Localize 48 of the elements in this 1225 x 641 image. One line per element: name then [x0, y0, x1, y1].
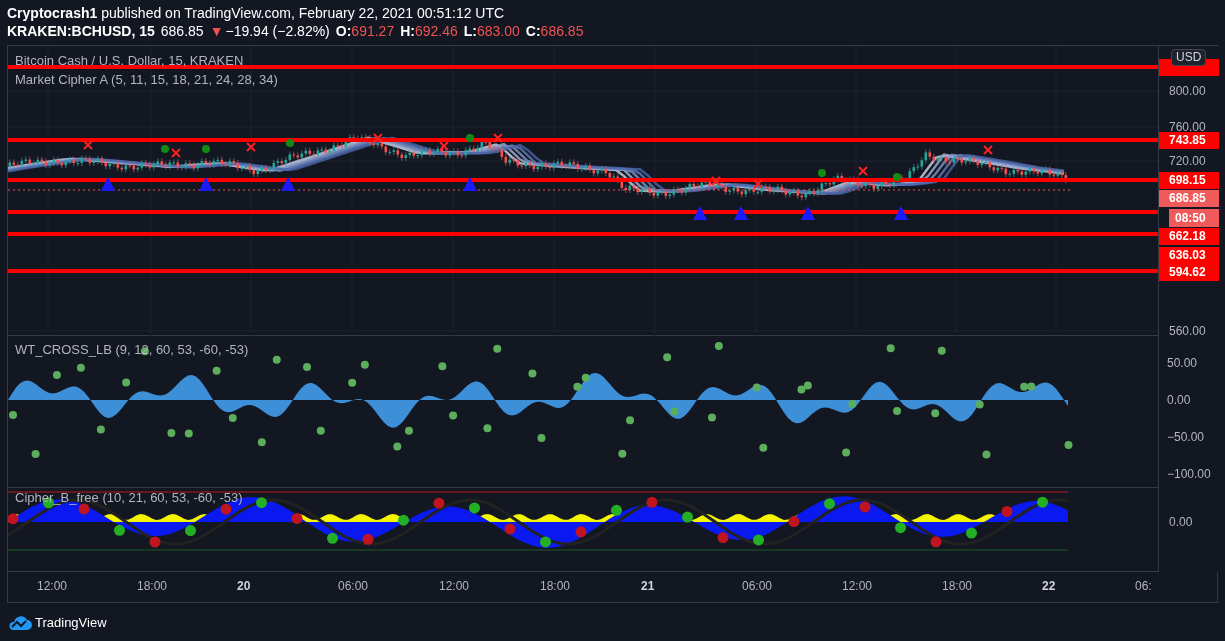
price-change: −19.94 (−2.82%) [225, 22, 330, 40]
publish-info: published on TradingView.com, February 22, 2021 00:51:12 UTC [101, 4, 505, 22]
ohlc-value: 691.27 [351, 22, 395, 40]
time-tick: 12:00 [37, 579, 68, 593]
time-tick: 18:00 [942, 579, 973, 593]
oscillator-tick: −100.00 [1167, 467, 1211, 481]
price-tick: 560.00 [1169, 324, 1206, 338]
time-tick: 20 [237, 579, 251, 593]
price-level-label: 594.62 [1159, 264, 1219, 281]
ohlc-label: H: [400, 22, 415, 40]
price-tick: 760.00 [1169, 120, 1206, 134]
ohlc-value: 683.00 [477, 22, 520, 40]
indicator-title[interactable]: Market Cipher A (5, 11, 15, 18, 21, 24, 28, 34) [15, 70, 278, 89]
ohlc-value: 686.85 [540, 22, 584, 40]
time-tick: 18:00 [137, 579, 168, 593]
time-tick: 22 [1042, 579, 1056, 593]
time-tick: 06: [1135, 579, 1152, 593]
last-price: 686.85 [160, 22, 204, 40]
indicator-title[interactable]: Cipher_B_free (10, 21, 60, 53, -60, -53) [15, 490, 243, 506]
time-tick: 18:00 [540, 579, 571, 593]
price-level-label: 698.15 [1159, 172, 1219, 189]
currency-badge[interactable]: USD [1171, 49, 1207, 66]
countdown-label: 08:50 [1169, 209, 1219, 227]
ohlc-label: C: [525, 22, 541, 40]
oscillator-tick: 0.00 [1169, 515, 1193, 529]
change-arrow: ▼ [209, 22, 224, 40]
brand-name[interactable]: TradingView [35, 613, 107, 633]
time-tick: 21 [641, 579, 655, 593]
ohlc-label: L: [463, 22, 477, 40]
oscillator-tick: 0.00 [1167, 393, 1191, 407]
price-tick: 720.00 [1169, 154, 1206, 168]
price-level-label: 662.18 [1159, 228, 1219, 245]
time-tick: 12:00 [439, 579, 470, 593]
price-level-label: 636.03 [1159, 247, 1219, 264]
ohlc-value: 692.46 [414, 22, 458, 40]
ohlc-label: O: [335, 22, 352, 40]
author-name[interactable]: Cryptocrash1 [7, 4, 98, 22]
last-price-label: 686.85 [1159, 190, 1219, 207]
time-tick: 06:00 [338, 579, 369, 593]
time-tick: 12:00 [842, 579, 873, 593]
price-level-label: 743.85 [1159, 132, 1219, 149]
time-tick: 06:00 [742, 579, 773, 593]
oscillator-tick: −50.00 [1167, 430, 1205, 444]
oscillator-tick: 50.00 [1167, 356, 1198, 370]
price-tick: 800.00 [1169, 84, 1206, 98]
indicator-title[interactable]: WT_CROSS_LB (9, 12, 60, 53, -60, -53) [15, 342, 249, 358]
symbol-name: KRAKEN:BCHUSD, 15 [7, 22, 155, 40]
chart-title: Bitcoin Cash / U.S. Dollar, 15, KRAKEN [15, 52, 245, 70]
